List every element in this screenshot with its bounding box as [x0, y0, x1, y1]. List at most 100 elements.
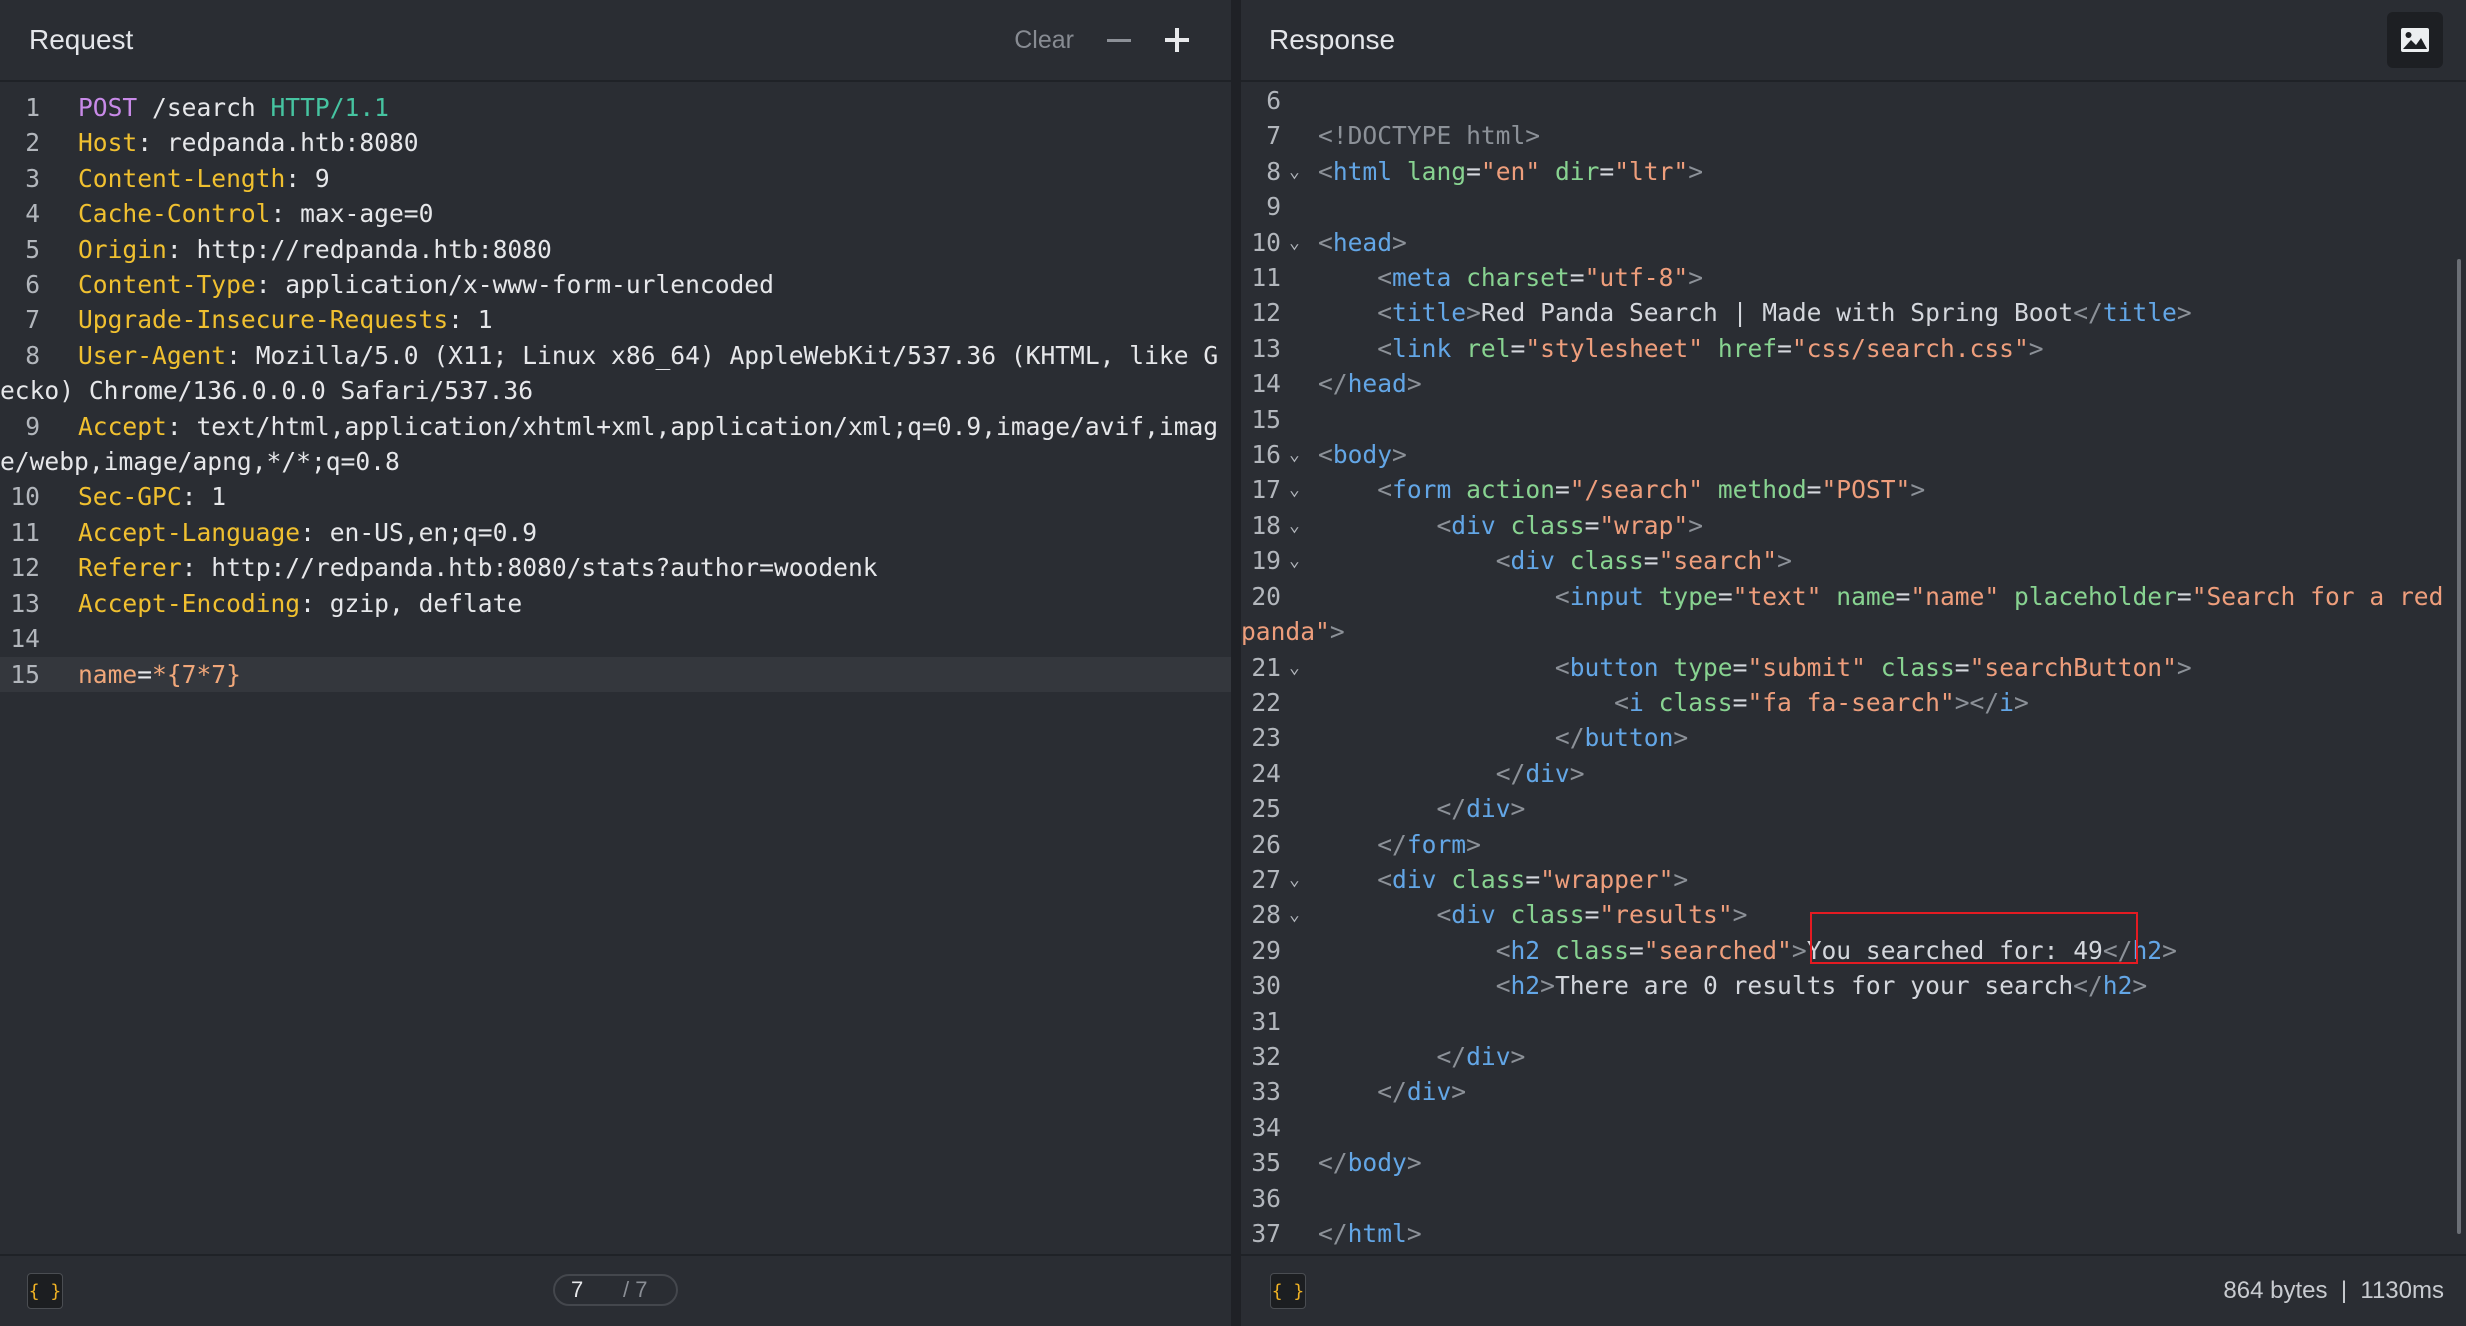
response-title: Response [1269, 24, 1396, 55]
code-line[interactable]: 16 ⌄ <body> [1241, 437, 2466, 472]
code-line[interactable]: 11 Accept-Language: en-US,en;q=0.9 [0, 515, 1231, 550]
code-line[interactable]: 31 [1241, 1004, 2466, 1039]
code-line[interactable]: 10 ⌄ <head> [1241, 225, 2466, 260]
code-line[interactable]: 13 <link rel="stylesheet" href="css/sear… [1241, 331, 2466, 366]
code-line[interactable]: 9 [1241, 189, 2466, 224]
format-braces-icon[interactable]: { } [27, 1273, 63, 1309]
match-pager[interactable]: 7 / 7 [553, 1274, 678, 1306]
code-line[interactable]: 14 </head> [1241, 366, 2466, 401]
token-p: < [1377, 263, 1393, 293]
code-line[interactable]: 9 Accept: text/html,application/xhtml+xml… [0, 409, 1231, 480]
token-proto: HTTP/1.1 [270, 93, 389, 122]
token-p: < [1318, 440, 1333, 470]
token-p: < [1554, 581, 1570, 611]
code-line[interactable]: 10 Sec-GPC: 1 [0, 479, 1231, 514]
fold-chevron-icon[interactable]: ⌄ [1289, 154, 1300, 189]
code-line[interactable]: 36 [1241, 1181, 2466, 1216]
code-line[interactable]: 20 <input type="text" name="name" placeh… [1241, 579, 2466, 650]
image-icon[interactable] [2387, 12, 2443, 68]
token-str: "results" [1599, 900, 1733, 930]
line-number: 16 [1251, 440, 1281, 470]
code-line[interactable]: 27 ⌄ <div class="wrapper"> [1241, 862, 2466, 897]
code-line[interactable]: 22 <i class="fa fa-search"></i> [1241, 685, 2466, 720]
code-line[interactable]: 11 <meta charset="utf-8"> [1241, 260, 2466, 295]
code-line[interactable]: 19 ⌄ <div class="search"> [1241, 543, 2466, 578]
line-number: 21 [1251, 652, 1281, 682]
code-line[interactable]: 4 Cache-Control: max-age=0 [0, 196, 1231, 231]
line-number: 10 [1251, 227, 1281, 257]
minus-icon[interactable] [1107, 38, 1131, 42]
code-line[interactable]: 14 [0, 621, 1231, 656]
code-line[interactable]: 33 </div> [1241, 1074, 2466, 1109]
token-key: Cache-Control [78, 199, 271, 229]
token-t [1703, 334, 1718, 363]
code-line[interactable]: 32 </div> [1241, 1039, 2466, 1074]
token-key: Content-Type [78, 270, 256, 300]
code-line[interactable]: 30 <h2>There are 0 results for your sear… [1241, 968, 2466, 1003]
code-line[interactable]: 8 ⌄ <html lang="en" dir="ltr"> [1241, 154, 2466, 189]
code-line[interactable]: 26 </form> [1241, 827, 2466, 862]
fold-chevron-icon[interactable]: ⌄ [1289, 897, 1300, 932]
fold-chevron-icon[interactable]: ⌄ [1289, 543, 1300, 578]
pager-current[interactable]: 7 [571, 1277, 611, 1303]
token-t [1644, 688, 1659, 717]
token-t: = [1628, 935, 1644, 965]
response-viewer[interactable]: 6 7 <!DOCTYPE html> 8 ⌄ <html lang="en" dir=… [1241, 83, 2466, 1251]
line-number: 7 [25, 305, 40, 335]
code-line[interactable]: 3 Content-Length: 9 [0, 161, 1231, 196]
code-line[interactable]: 8 User-Agent: Mozilla/5.0 (X11; Linux x86… [0, 338, 1231, 409]
code-line[interactable]: 21 ⌄ <button type="submit" class="searchB… [1241, 650, 2466, 685]
code-line[interactable]: 1 POST /search HTTP/1.1 [0, 90, 1231, 125]
format-braces-icon[interactable]: { } [1270, 1273, 1306, 1309]
token-tag: div [1406, 1077, 1452, 1107]
fold-chevron-icon[interactable]: ⌄ [1289, 650, 1300, 685]
token-key: Accept-Encoding [78, 588, 301, 618]
code-line[interactable]: 29 <h2 class="searched">You searched for… [1241, 933, 2466, 968]
code-line[interactable]: 24 </div> [1241, 756, 2466, 791]
token-t [1540, 157, 1555, 186]
code-line[interactable]: 17 ⌄ <form action="/search" method="POST"… [1241, 472, 2466, 507]
token-p: > [1540, 971, 1555, 1001]
fold-chevron-icon[interactable]: ⌄ [1289, 508, 1300, 543]
response-scrollbar[interactable] [2452, 83, 2466, 1253]
fold-chevron-icon[interactable]: ⌄ [1289, 862, 1300, 897]
code-line[interactable]: 6 Content-Type: application/x-www-form-ur… [0, 267, 1231, 302]
token-p: </ [1436, 794, 1467, 824]
response-scrollbar-thumb[interactable] [2457, 259, 2461, 1234]
token-p: > [1791, 935, 1807, 965]
code-line[interactable]: 6 [1241, 83, 2466, 118]
code-line[interactable]: 7 Upgrade-Insecure-Requests: 1 [0, 302, 1231, 337]
code-line[interactable]: 34 [1241, 1110, 2466, 1145]
pane-divider[interactable] [1231, 0, 1241, 1326]
code-line[interactable]: 15 name=*{7*7} [0, 656, 1231, 692]
code-line[interactable]: 7 <!DOCTYPE html> [1241, 118, 2466, 153]
code-line[interactable]: 25 </div> [1241, 791, 2466, 826]
token-str: "stylesheet" [1525, 333, 1704, 363]
plus-icon[interactable] [1165, 28, 1189, 52]
token-attr: class [1510, 900, 1585, 930]
request-editor[interactable]: 1 POST /search HTTP/1.1 2 Host: redpanda.ht… [0, 90, 1231, 692]
token-p: </ [2073, 971, 2103, 1001]
code-line[interactable]: 18 ⌄ <div class="wrap"> [1241, 508, 2466, 543]
line-content: Accept-Language: en-US,en;q=0.9 [0, 518, 549, 547]
code-line[interactable]: 5 Origin: http://redpanda.htb:8080 [0, 232, 1231, 267]
token-t: = [1732, 652, 1748, 682]
code-line[interactable]: 23 </button> [1241, 720, 2466, 755]
line-number: 10 [10, 482, 40, 512]
code-line[interactable]: 2 Host: redpanda.htb:8080 [0, 125, 1231, 160]
fold-chevron-icon[interactable]: ⌄ [1289, 225, 1300, 260]
code-line[interactable]: 12 <title>Red Panda Search | Made with S… [1241, 295, 2466, 330]
code-line[interactable]: 28 ⌄ <div class="results"> [1241, 897, 2466, 932]
fold-chevron-icon[interactable]: ⌄ [1289, 437, 1300, 472]
token-key: Sec-GPC [78, 482, 182, 512]
code-line[interactable]: 15 [1241, 402, 2466, 437]
code-line[interactable]: 35 </body> [1241, 1145, 2466, 1180]
token-t [1866, 653, 1881, 682]
code-line[interactable]: 37 </html> [1241, 1216, 2466, 1251]
token-p: > [2132, 971, 2148, 1001]
clear-button[interactable]: Clear [1014, 26, 1074, 55]
fold-chevron-icon[interactable]: ⌄ [1289, 472, 1300, 507]
code-line[interactable]: 12 Referer: http://redpanda.htb:8080/stat… [0, 550, 1231, 585]
line-number: 18 [1251, 510, 1281, 540]
code-line[interactable]: 13 Accept-Encoding: gzip, deflate [0, 586, 1231, 621]
